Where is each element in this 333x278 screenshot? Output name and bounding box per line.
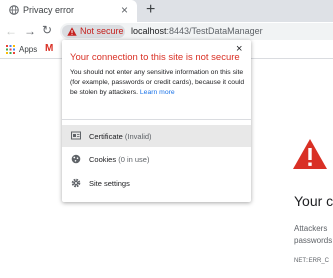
cookie-icon[interactable] [71,154,81,164]
error-heading: Your c [294,193,333,209]
reload-icon[interactable]: ↻ [42,24,52,37]
gmail-icon[interactable]: M [45,43,53,54]
close-icon[interactable]: × [121,3,128,17]
warning-icon [67,27,77,36]
globe-icon [9,5,19,15]
tab-title: Privacy error [23,5,75,15]
url-text: localhost:8443/TestDataManager [131,26,263,36]
error-code: NET::ERR_C [294,258,330,264]
apps-bookmark[interactable]: Apps [19,45,37,54]
cookies-label[interactable]: Cookies (0 in use) [89,155,149,164]
warning-triangle-icon [293,139,327,169]
certificate-icon [71,131,81,140]
popup-description: You should not enter any sensitive infor… [70,68,248,98]
not-secure-label: Not secure [80,26,124,36]
popup-title: Your connection to this site is not secu… [70,52,240,63]
divider [62,119,251,120]
certificate-status: (Invalid) [124,132,152,141]
site-settings-label[interactable]: Site settings [89,179,130,188]
plus-icon[interactable]: + [146,1,155,19]
cookies-status: (0 in use) [118,155,150,164]
cookies-text: Cookies [89,155,117,164]
site-info-popup [62,40,251,202]
gear-icon[interactable] [71,178,81,188]
learn-more-link[interactable]: Learn more [140,89,175,96]
certificate-text: Certificate [89,132,123,141]
apps-grid-icon[interactable] [6,45,15,54]
certificate-label: Certificate (Invalid) [89,132,152,141]
error-text-line: Attackers [294,224,328,233]
forward-arrow-icon[interactable]: → [24,25,36,37]
back-arrow-icon[interactable]: ← [5,25,17,37]
url-host: localhost [131,26,167,36]
url-path: :8443/TestDataManager [166,26,263,36]
error-text-line: passwords [294,236,333,245]
error-description: Attackers passwords [294,223,332,247]
